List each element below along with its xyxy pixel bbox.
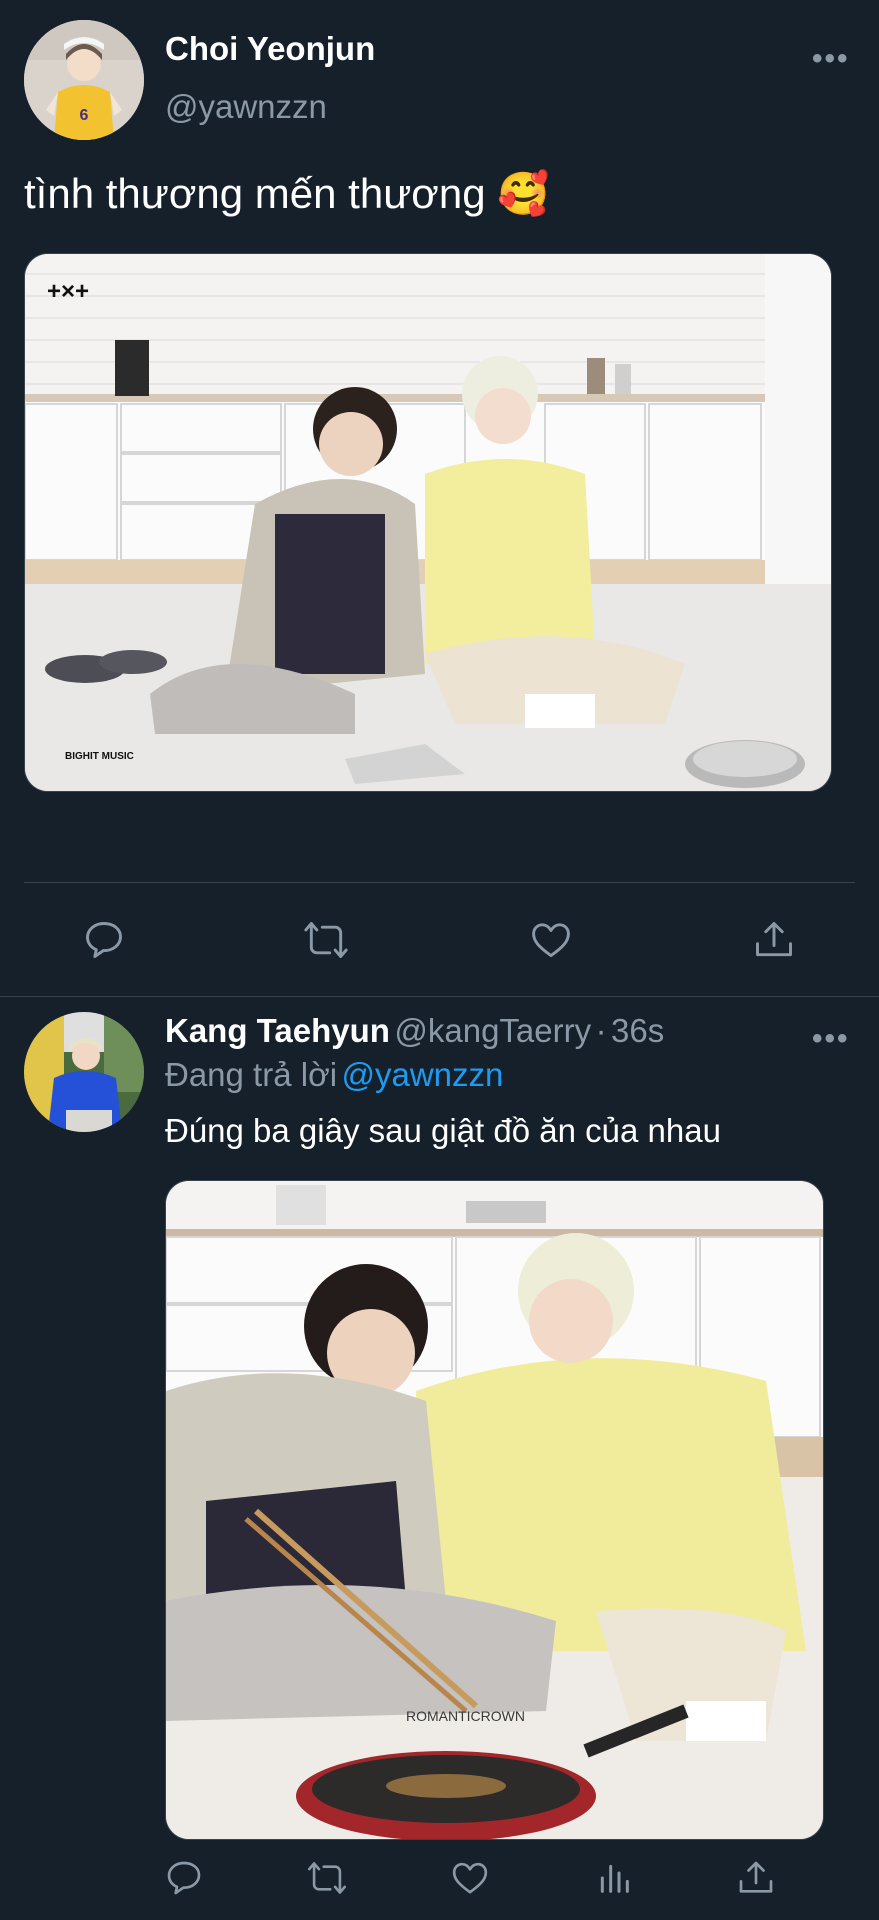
bighit-watermark: BIGHIT MUSIC <box>65 751 134 762</box>
replying-to-link[interactable]: @yawnzzn <box>342 1056 504 1093</box>
txt-watermark: +×+ <box>47 278 89 305</box>
reply-button[interactable] <box>164 1858 204 1898</box>
avatar[interactable]: 6 <box>24 20 144 140</box>
cooking-photo: ROMANTICROWN <box>166 1181 823 1839</box>
separator-dot: · <box>595 1012 607 1049</box>
like-button[interactable] <box>528 918 574 962</box>
more-options-button[interactable]: ••• <box>812 1022 850 1056</box>
replying-to: Đang trả lời @yawnzzn <box>165 1056 503 1094</box>
retweet-icon <box>304 922 348 958</box>
avatar-image <box>24 1012 144 1132</box>
retweet-button[interactable] <box>302 918 350 962</box>
tweet-text: Đúng ba giây sau giật đồ ăn của nhau <box>165 1112 721 1149</box>
author-handle[interactable]: @kangTaerry <box>394 1012 591 1049</box>
smiling-face-hearts-emoji: 🥰 <box>497 170 550 217</box>
divider <box>24 882 855 883</box>
tweet-text-body: tình thương mến thương <box>24 170 486 217</box>
more-options-button[interactable]: ••• <box>812 42 850 76</box>
reply-icon <box>167 1861 201 1895</box>
heart-icon <box>532 923 570 958</box>
share-icon <box>739 1861 773 1893</box>
avatar[interactable] <box>24 1012 144 1132</box>
sweatshirt-print: ROMANTICROWN <box>406 1708 525 1724</box>
tweet-text: tình thương mến thương 🥰 <box>24 170 550 219</box>
tweet-media-photo[interactable]: ROMANTICROWN <box>165 1180 824 1840</box>
author-name[interactable]: Choi Yeonjun <box>165 30 375 68</box>
share-icon <box>756 922 792 957</box>
timestamp[interactable]: 36s <box>611 1012 664 1049</box>
like-button[interactable] <box>450 1858 490 1898</box>
analytics-button[interactable] <box>594 1858 634 1898</box>
tweet-separator <box>0 996 879 997</box>
more-icon: ••• <box>812 1022 850 1055</box>
share-button[interactable] <box>736 1858 776 1898</box>
reply-button[interactable] <box>82 918 126 962</box>
avatar-image: 6 <box>24 20 144 140</box>
analytics-icon <box>600 1864 629 1893</box>
reply-icon <box>86 922 122 958</box>
kitchen-photo: +×+ BIGHIT MUSIC <box>25 254 831 791</box>
share-button[interactable] <box>752 918 796 962</box>
retweet-icon <box>307 1862 347 1894</box>
heart-icon <box>452 1862 488 1894</box>
tweet-media-photo[interactable]: +×+ BIGHIT MUSIC <box>24 253 832 792</box>
tweet-header: Kang Taehyun @kangTaerry · 36s <box>165 1012 664 1050</box>
replying-prefix: Đang trả lời <box>165 1056 338 1093</box>
retweet-button[interactable] <box>306 1858 348 1898</box>
author-handle[interactable]: @yawnzzn <box>165 88 327 126</box>
author-name[interactable]: Kang Taehyun <box>165 1012 390 1049</box>
svg-text:6: 6 <box>80 107 89 124</box>
more-icon: ••• <box>812 42 850 75</box>
